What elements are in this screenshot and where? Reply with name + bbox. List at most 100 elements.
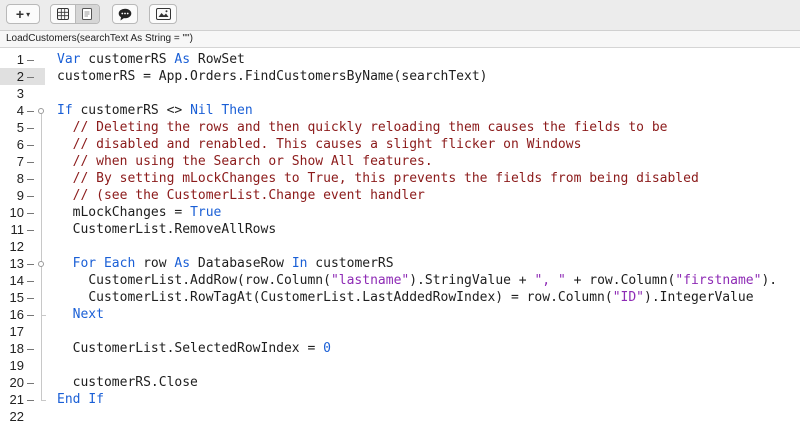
string-token: "lastname" [330, 273, 410, 288]
code-line[interactable]: CustomerList.SelectedRowIndex = 0 [57, 340, 331, 357]
line-number: 22 [9, 409, 24, 424]
line-number: 4 [16, 103, 24, 118]
code-token: row [135, 256, 175, 271]
line-number: 15 [9, 290, 24, 305]
line-number: 16 [9, 307, 24, 322]
keyword-token: For [72, 256, 97, 271]
code-token: customerRS [307, 256, 394, 271]
line-marker [27, 264, 34, 265]
line-number: 1 [16, 52, 24, 67]
string-token: ", " [534, 273, 566, 288]
line-marker [27, 298, 34, 299]
keyword-token: In [291, 256, 308, 271]
code-line[interactable]: CustomerList.RowTagAt(CustomerList.LastA… [57, 289, 754, 306]
code-token: mLockChanges = [72, 205, 191, 220]
code-token: CustomerList.SelectedRowIndex = [72, 341, 324, 356]
keyword-token: If [88, 392, 104, 407]
line-number: 21 [9, 392, 24, 407]
keyword-token: Next [72, 307, 104, 322]
line-number: 7 [16, 154, 24, 169]
line-marker [27, 162, 34, 163]
number-token: 0 [323, 341, 331, 356]
line-number-gutter: 1 2 3 4 5 6 7 8 9 10 11 12 13 14 15 16 17 18 19 20 21 22 [0, 48, 38, 443]
code-line[interactable]: // disabled and renabled. This causes a … [57, 136, 582, 153]
comment-button[interactable] [112, 4, 138, 24]
fold-guide [41, 114, 42, 400]
line-number: 11 [10, 222, 25, 237]
line-marker [27, 213, 34, 214]
plus-icon: + [15, 6, 25, 22]
code-token: customerRS = App.Orders.FindCustomersByN… [57, 69, 488, 84]
comment-token: // when using the Search or Show All fea… [72, 154, 433, 169]
code-line[interactable]: Next [57, 306, 104, 323]
comment-token: // Deleting the rows and then quickly re… [72, 120, 668, 135]
keyword-token: Then [221, 103, 253, 118]
image-button[interactable] [149, 4, 177, 24]
string-token: "ID" [612, 290, 645, 305]
code-line[interactable]: CustomerList.AddRow(row.Column("lastname… [57, 272, 777, 289]
line-marker [27, 349, 34, 350]
method-signature-bar: LoadCustomers(searchText As String = "") [0, 31, 800, 48]
code-token: customerRS [80, 52, 175, 67]
line-number: 13 [9, 256, 24, 271]
code-token: customerRS <> [72, 103, 191, 118]
code-token: CustomerList.RemoveAllRows [72, 222, 277, 237]
chevron-down-icon: ▾ [26, 9, 31, 19]
code-line[interactable]: // (see the CustomerList.Change event ha… [57, 187, 425, 204]
line-number: 3 [16, 86, 24, 101]
code-line[interactable]: CustomerList.RemoveAllRows [57, 221, 277, 238]
code-token: DatabaseRow [190, 256, 292, 271]
keyword-token: End [57, 392, 81, 407]
comment-token: // By setting mLockChanges to True, this… [72, 171, 699, 186]
keyword-token: If [57, 103, 73, 118]
speech-bubble-icon [118, 8, 132, 20]
line-marker [27, 196, 34, 197]
view-mode-group [50, 4, 100, 24]
line-number: 20 [9, 375, 24, 390]
line-marker [27, 400, 34, 401]
view-grid-button[interactable] [52, 5, 75, 23]
code-token: CustomerList.AddRow(row.Column( [88, 273, 331, 288]
code-token: ).StringValue + [409, 273, 535, 288]
code-line[interactable]: Var customerRS As RowSet [57, 51, 245, 68]
line-marker [27, 281, 34, 282]
code-line[interactable]: If customerRS <> Nil Then [57, 102, 253, 119]
code-line[interactable]: // Deleting the rows and then quickly re… [57, 119, 668, 136]
line-marker [27, 77, 34, 78]
code-line[interactable]: customerRS = App.Orders.FindCustomersByN… [57, 68, 487, 85]
line-number: 6 [16, 137, 24, 152]
add-button[interactable]: + ▾ [6, 4, 40, 24]
line-number: 2 [16, 69, 24, 84]
keyword-token: True [190, 205, 222, 220]
code-token: customerRS.Close [72, 375, 198, 390]
line-marker [27, 128, 34, 129]
view-document-button[interactable] [74, 5, 99, 23]
code-editor[interactable]: 1 2 3 4 5 6 7 8 9 10 11 12 13 14 15 16 17 18 19 20 21 22 Var … [0, 48, 800, 443]
code-line[interactable]: customerRS.Close [57, 374, 198, 391]
code-token: CustomerList.RowTagAt(CustomerList.LastA… [88, 290, 613, 305]
line-number: 8 [16, 171, 24, 186]
keyword-token: Each [103, 256, 136, 271]
code-line[interactable]: // when using the Search or Show All fea… [57, 153, 433, 170]
code-line[interactable]: For Each row As DatabaseRow In customerR… [57, 255, 394, 272]
code-token: ). [761, 273, 778, 288]
code-line[interactable]: mLockChanges = True [57, 204, 222, 221]
line-marker [27, 179, 34, 180]
code-token: ).IntegerValue [644, 290, 754, 305]
line-number: 19 [9, 358, 24, 373]
code-line[interactable]: End If [57, 391, 104, 408]
code-line[interactable]: // By setting mLockChanges to True, this… [57, 170, 699, 187]
toolbar: + ▾ [0, 0, 800, 31]
line-marker [27, 230, 34, 231]
